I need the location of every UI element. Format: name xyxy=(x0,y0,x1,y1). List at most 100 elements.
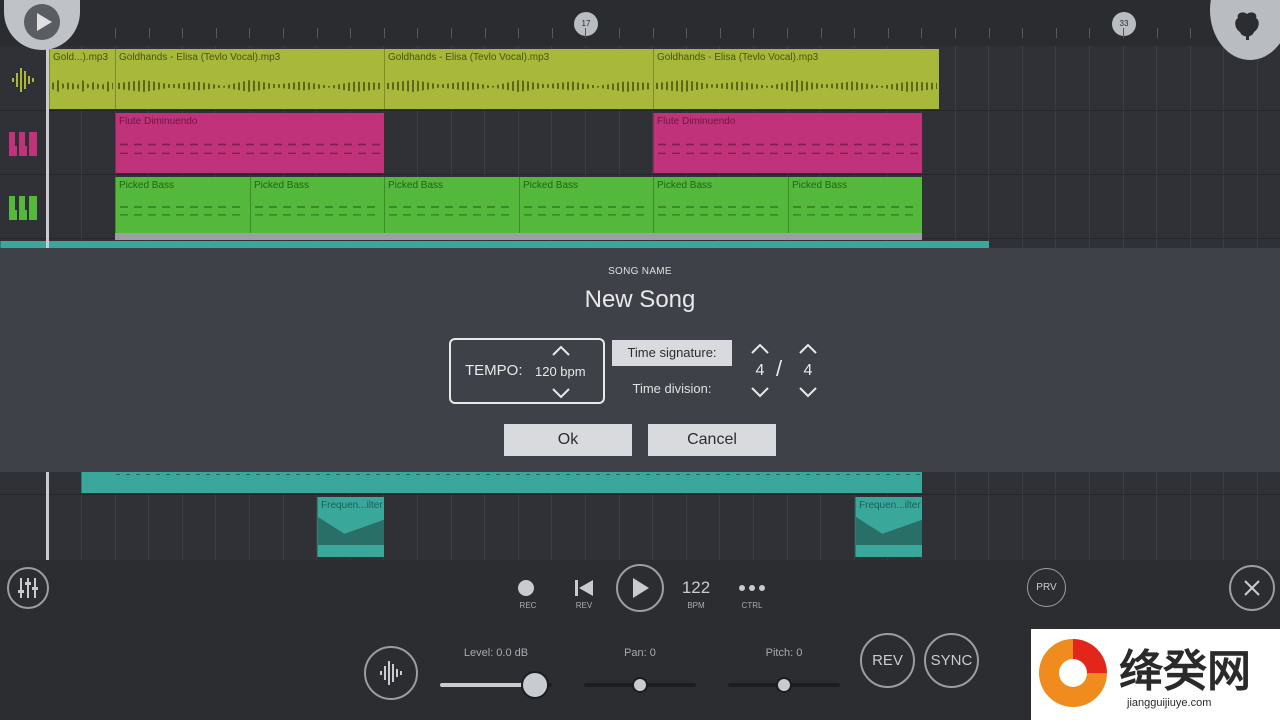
audio-clip[interactable]: Goldhands - Elisa (Tevlo Vocal).mp3 xyxy=(115,49,384,109)
ts-numerator: 4 xyxy=(755,362,765,379)
teal-clip[interactable] xyxy=(81,472,922,493)
chevron-down-icon[interactable] xyxy=(750,385,770,399)
audio-clip[interactable]: Goldhands - Elisa (Tevlo Vocal).mp3 xyxy=(653,49,939,109)
track-divider xyxy=(115,233,922,240)
flute-clip[interactable]: Flute Diminuendo xyxy=(653,113,922,173)
bass-clip[interactable]: Picked Bass xyxy=(519,177,653,233)
pitch-slider-knob[interactable] xyxy=(776,677,792,693)
rewind-icon[interactable] xyxy=(574,579,594,597)
ruler-tick xyxy=(888,28,889,38)
more-icon[interactable] xyxy=(738,584,766,592)
ruler-tick xyxy=(585,28,586,38)
close-icon xyxy=(1244,580,1260,596)
level-slider-knob[interactable] xyxy=(521,671,550,699)
ts-separator: / xyxy=(776,356,783,381)
bass-track-icon[interactable] xyxy=(0,176,46,240)
new-song-dialog: SONG NAME New Song TEMPO: 120 bpm Time s… xyxy=(0,248,1280,472)
ruler-tick xyxy=(417,28,418,38)
chevron-down-icon[interactable] xyxy=(551,386,571,400)
timeline-ruler[interactable]: 17 33 xyxy=(0,0,1280,46)
track-separator xyxy=(0,494,1280,495)
sample-button[interactable] xyxy=(364,646,418,700)
track-separator xyxy=(0,174,1280,175)
prv-button[interactable]: PRV xyxy=(1027,568,1066,607)
filter-clip[interactable]: Frequen...ilter xyxy=(317,497,384,557)
bass-clip[interactable]: Picked Bass xyxy=(115,177,250,233)
ruler-tick xyxy=(720,28,721,38)
tempo-control[interactable]: TEMPO: 120 bpm xyxy=(449,338,605,404)
play-button[interactable] xyxy=(616,564,664,612)
ruler-tick xyxy=(216,28,217,38)
clip-label: Picked Bass xyxy=(792,180,848,191)
play-icon xyxy=(633,578,649,598)
clip-label: Picked Bass xyxy=(657,180,713,191)
ruler-tick xyxy=(1089,28,1090,38)
pan-label: Pan: 0 xyxy=(624,647,656,659)
ctrl-label: CTRL xyxy=(741,601,763,610)
audio-clip[interactable]: Goldhands - Elisa (Tevlo Vocal).mp3 xyxy=(384,49,653,109)
bass-clip[interactable]: Picked Bass xyxy=(653,177,788,233)
ruler-tick xyxy=(451,28,452,38)
chevron-up-icon[interactable] xyxy=(750,342,770,356)
ruler-tick xyxy=(249,28,250,38)
ok-button[interactable]: Ok xyxy=(504,424,632,456)
chevron-up-icon[interactable] xyxy=(551,344,571,358)
pan-slider-knob[interactable] xyxy=(632,677,648,693)
track-separator xyxy=(0,110,1280,111)
clip-label: Flute Diminuendo xyxy=(657,116,736,127)
clip-label: Goldhands - Elisa (Tevlo Vocal).mp3 xyxy=(388,52,550,63)
audio-track-icon[interactable] xyxy=(0,48,46,112)
close-button[interactable] xyxy=(1229,565,1275,611)
audio-clip[interactable]: Gold...).mp3 xyxy=(49,49,115,109)
reverse-button[interactable]: REV xyxy=(860,633,915,688)
bass-clip[interactable]: Picked Bass xyxy=(250,177,384,233)
song-name-label: SONG NAME xyxy=(608,266,672,277)
ruler-tick xyxy=(921,28,922,38)
bass-clip[interactable]: Picked Bass xyxy=(384,177,519,233)
ruler-tick xyxy=(115,28,116,38)
waveform-icon xyxy=(12,68,34,92)
tempo-value: 120 bpm xyxy=(535,364,586,379)
ruler-tick xyxy=(149,28,150,38)
ruler-tick xyxy=(518,28,519,38)
clip-label: Picked Bass xyxy=(523,180,579,191)
clip-label: Goldhands - Elisa (Tevlo Vocal).mp3 xyxy=(657,52,819,63)
sliders-icon xyxy=(18,578,38,598)
ruler-tick xyxy=(350,28,351,38)
ruler-tick xyxy=(1022,28,1023,38)
time-division-tab[interactable]: Time division: xyxy=(612,381,732,396)
clip-label: Picked Bass xyxy=(254,180,310,191)
bpm-value[interactable]: 122 xyxy=(676,578,716,598)
watermark-url: jiangguijiuye.com xyxy=(1127,697,1212,709)
time-signature-tab[interactable]: Time signature: xyxy=(612,340,732,366)
bar-marker-33[interactable]: 33 xyxy=(1112,12,1136,36)
clip-label: Picked Bass xyxy=(388,180,444,191)
ruler-tick xyxy=(384,28,385,38)
ruler-tick xyxy=(619,28,620,38)
rec-label: REC xyxy=(519,601,537,610)
filter-clip[interactable]: Frequen...ilter xyxy=(855,497,922,557)
flute-clip[interactable]: Flute Diminuendo xyxy=(115,113,384,173)
record-icon[interactable] xyxy=(517,579,535,597)
ruler-tick xyxy=(182,28,183,38)
watermark-text: 绛癸网 xyxy=(1119,646,1251,697)
pitch-label: Pitch: 0 xyxy=(765,647,803,659)
transport-bar: REC REV 122 BPM CTRL PRV xyxy=(0,560,1280,620)
play-icon xyxy=(24,4,60,40)
cancel-button[interactable]: Cancel xyxy=(648,424,776,456)
chevron-up-icon[interactable] xyxy=(798,342,818,356)
song-name-field[interactable]: New Song xyxy=(0,286,1280,314)
bar-marker-17[interactable]: 17 xyxy=(574,12,598,36)
chevron-down-icon[interactable] xyxy=(798,385,818,399)
ruler-tick xyxy=(1056,28,1057,38)
clip-label: Flute Diminuendo xyxy=(119,116,198,127)
ruler-tick xyxy=(1190,28,1191,38)
flute-track-icon[interactable] xyxy=(0,112,46,176)
sync-button[interactable]: SYNC xyxy=(924,633,979,688)
bass-clip[interactable]: Picked Bass xyxy=(788,177,922,233)
mixer-button[interactable] xyxy=(7,567,49,609)
ruler-tick xyxy=(854,28,855,38)
fl-logo-button[interactable] xyxy=(1210,0,1280,60)
ruler-tick xyxy=(787,28,788,38)
clip-label: Goldhands - Elisa (Tevlo Vocal).mp3 xyxy=(119,52,281,63)
